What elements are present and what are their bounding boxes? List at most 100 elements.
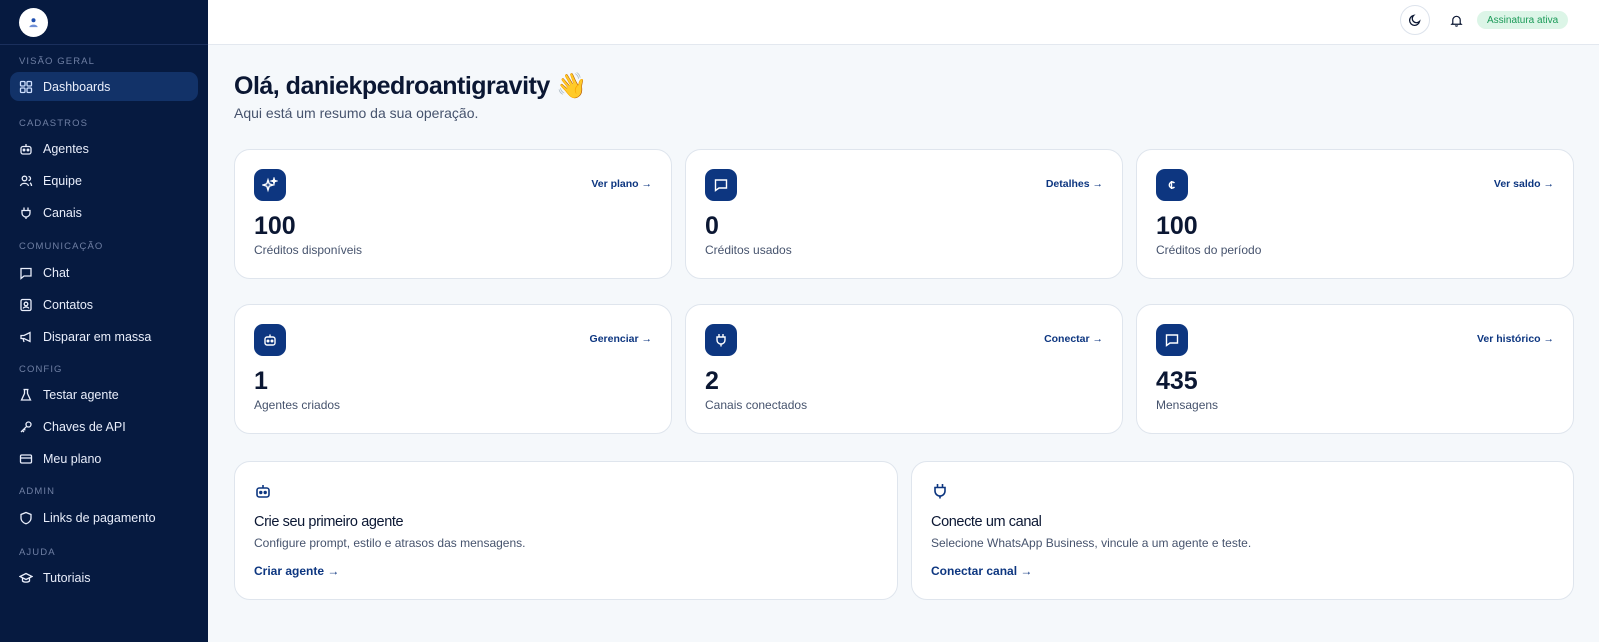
sidebar-item-disparar-em-massa[interactable]: Disparar em massa xyxy=(10,322,198,351)
section-label: VISÃO GERAL xyxy=(19,56,95,67)
sidebar-item-chaves-de-api[interactable]: Chaves de API xyxy=(10,412,198,441)
notifications-button[interactable] xyxy=(1447,11,1465,29)
sidebar-item-label: Tutoriais xyxy=(43,570,91,585)
sidebar-item-meu-plano[interactable]: Meu plano xyxy=(10,444,198,473)
megaphone-icon xyxy=(19,330,33,344)
sidebar-section-ajuda: AJUDA xyxy=(0,547,208,558)
stat-card-agentes-criados: Gerenciar → 1 Agentes criados xyxy=(234,304,672,434)
theme-toggle-button[interactable] xyxy=(1400,5,1430,35)
sidebar-item-canais[interactable]: Canais xyxy=(10,198,198,227)
section-label: CADASTROS xyxy=(19,118,89,129)
card-icon xyxy=(19,452,33,466)
status-badge: Assinatura ativa xyxy=(1477,11,1569,29)
stat-value: 0 xyxy=(705,212,719,240)
bot-icon xyxy=(256,485,270,498)
sidebar-section-admin: ADMIN xyxy=(0,486,208,497)
sidebar-header xyxy=(0,0,208,45)
sidebar-section-visao-geral: VISÃO GERAL xyxy=(0,56,208,67)
sidebar-item-testar-agente[interactable]: Testar agente xyxy=(10,380,198,409)
stat-card-mensagens: Ver histórico → 435 Mensagens xyxy=(1136,304,1574,434)
bot-icon xyxy=(19,142,33,156)
sidebar-item-label: Contatos xyxy=(43,297,94,312)
stat-label: Canais conectados xyxy=(705,398,808,412)
stat-value: 100 xyxy=(1156,212,1198,240)
sidebar-item-label: Disparar em massa xyxy=(43,329,152,344)
conectar-link[interactable]: Conectar → xyxy=(1044,333,1103,345)
coin-icon xyxy=(1156,169,1188,201)
sidebar-section-comunicacao: COMUNICAÇÃO xyxy=(0,241,208,252)
cta-card-conectar-canal: Conecte um canal Selecione WhatsApp Busi… xyxy=(911,461,1574,600)
stat-label: Créditos usados xyxy=(705,243,792,257)
graduation-icon xyxy=(19,571,33,585)
stat-value: 100 xyxy=(254,212,296,240)
ver-plano-link[interactable]: Ver plano → xyxy=(591,178,652,190)
ver-historico-link[interactable]: Ver histórico → xyxy=(1477,333,1554,345)
page-subtitle: Aqui está um resumo da sua operação. xyxy=(234,105,479,121)
stat-label: Agentes criados xyxy=(254,398,341,412)
logo-icon xyxy=(29,17,38,27)
cta-description: Selecione WhatsApp Business, vincule a u… xyxy=(931,536,1252,550)
sidebar-section-cadastros: CADASTROS xyxy=(0,118,208,129)
chat-icon xyxy=(1156,324,1188,356)
key-icon xyxy=(19,420,33,434)
stat-card-canais-conectados: Conectar → 2 Canais conectados xyxy=(685,304,1123,434)
sidebar-item-label: Dashboards xyxy=(43,79,111,94)
gerenciar-link[interactable]: Gerenciar → xyxy=(590,333,652,345)
section-label: AJUDA xyxy=(19,547,56,558)
sidebar-item-links-de-pagamento[interactable]: Links de pagamento xyxy=(10,503,198,532)
plug-icon xyxy=(19,206,33,220)
stat-value: 435 xyxy=(1156,367,1198,395)
stat-card-creditos-do-periodo: Ver saldo → 100 Créditos do período xyxy=(1136,149,1574,279)
topbar: Assinatura ativa xyxy=(208,0,1599,45)
contacts-icon xyxy=(19,298,33,312)
bell-icon xyxy=(1449,15,1463,27)
stat-card-creditos-usados: Detalhes → 0 Créditos usados xyxy=(685,149,1123,279)
chat-icon xyxy=(19,266,33,280)
sidebar-item-contatos[interactable]: Contatos xyxy=(10,290,198,319)
sidebar-item-agentes[interactable]: Agentes xyxy=(10,134,198,163)
stat-label: Mensagens xyxy=(1156,398,1219,412)
section-label: COMUNICAÇÃO xyxy=(19,241,104,252)
sidebar-section-config: CONFIG xyxy=(0,364,208,375)
section-label: CONFIG xyxy=(19,364,63,375)
sidebar-item-label: Links de pagamento xyxy=(43,510,156,525)
moon-icon xyxy=(1408,14,1421,27)
stat-label: Créditos do período xyxy=(1156,243,1262,257)
stat-value: 1 xyxy=(254,367,268,395)
sidebar-item-tutoriais[interactable]: Tutoriais xyxy=(10,563,198,592)
plug-icon xyxy=(705,324,737,356)
sidebar-item-equipe[interactable]: Equipe xyxy=(10,166,198,195)
logo[interactable] xyxy=(19,7,48,37)
users-icon xyxy=(19,174,33,188)
sidebar-item-label: Chat xyxy=(43,265,70,280)
sidebar-item-dashboards[interactable]: Dashboards xyxy=(10,72,198,101)
chat-icon xyxy=(705,169,737,201)
ver-saldo-link[interactable]: Ver saldo → xyxy=(1494,178,1554,190)
bot-icon xyxy=(254,324,286,356)
stat-value: 2 xyxy=(705,367,719,395)
sidebar: VISÃO GERAL Dashboards CADASTROS Agentes… xyxy=(0,0,208,642)
cta-title: Crie seu primeiro agente xyxy=(254,514,404,530)
sidebar-item-label: Meu plano xyxy=(43,451,102,466)
sidebar-item-label: Testar agente xyxy=(43,387,119,402)
cta-title: Conecte um canal xyxy=(931,514,1042,530)
flask-icon xyxy=(19,388,33,402)
sidebar-item-label: Chaves de API xyxy=(43,419,126,434)
stat-label: Créditos disponíveis xyxy=(254,243,363,257)
plug-icon xyxy=(934,484,946,499)
detalhes-link[interactable]: Detalhes → xyxy=(1046,178,1103,190)
sparkles-icon xyxy=(254,169,286,201)
sidebar-item-label: Agentes xyxy=(43,141,89,156)
page-title: Olá, daniekpedroantigravity 👋 xyxy=(234,72,587,100)
grid-icon xyxy=(19,80,33,94)
stat-card-creditos-disponiveis: Ver plano → 100 Créditos disponíveis xyxy=(234,149,672,279)
sidebar-item-label: Canais xyxy=(43,205,82,220)
conectar-canal-link[interactable]: Conectar canal → xyxy=(931,564,1032,578)
shield-icon xyxy=(19,511,33,525)
sidebar-item-label: Equipe xyxy=(43,173,82,188)
cta-card-criar-agente: Crie seu primeiro agente Configure promp… xyxy=(234,461,898,600)
section-label: ADMIN xyxy=(19,486,56,497)
cta-description: Configure prompt, estilo e atrasos das m… xyxy=(254,536,526,550)
criar-agente-link[interactable]: Criar agente → xyxy=(254,564,339,578)
sidebar-item-chat[interactable]: Chat xyxy=(10,258,198,287)
